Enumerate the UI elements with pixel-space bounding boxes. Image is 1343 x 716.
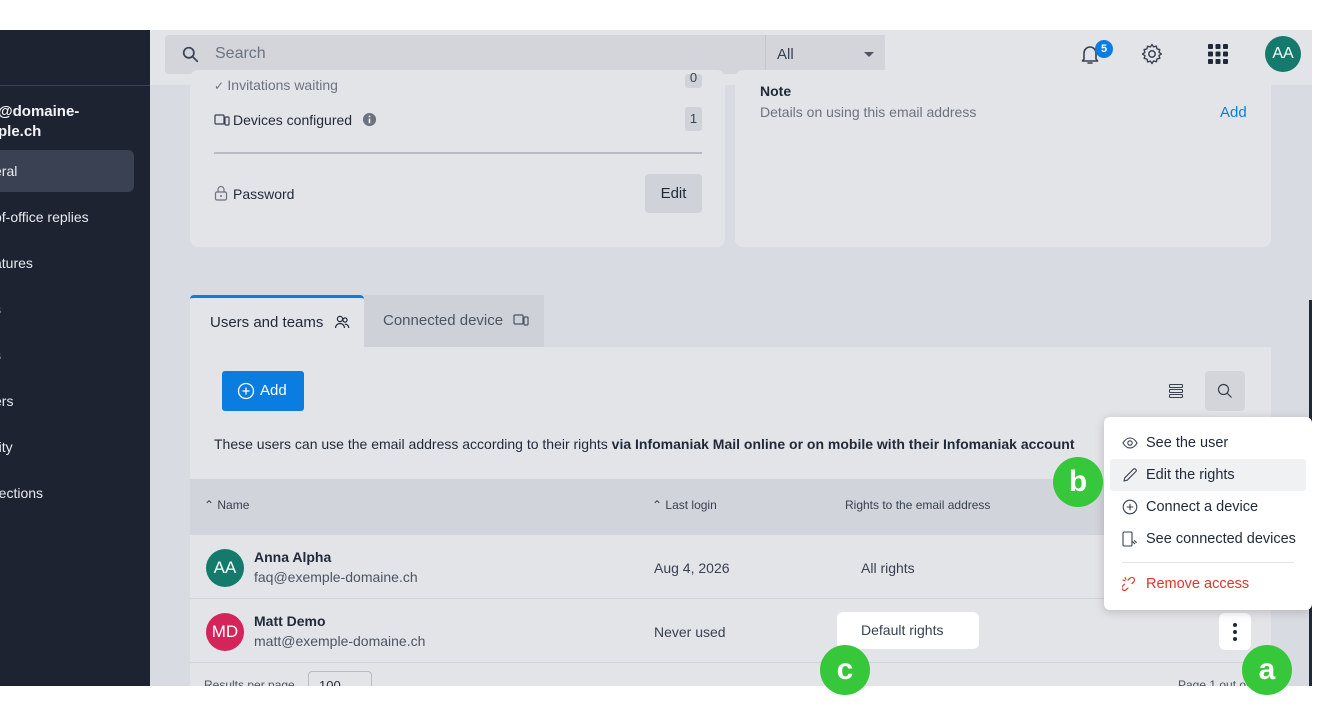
menu-item-edit-rights[interactable]: Edit the rights — [1110, 459, 1306, 491]
menu-item-connect-device[interactable]: Connect a device — [1104, 491, 1312, 523]
apps-grid-icon[interactable] — [1206, 42, 1230, 66]
devices-icon — [1122, 531, 1137, 547]
row-actions-button[interactable] — [1219, 613, 1251, 650]
app-frame: @domaine- ple.ch eral of-office replies … — [0, 30, 1312, 686]
menu-item-remove-access[interactable]: Remove access — [1104, 568, 1312, 600]
menu-divider — [1122, 562, 1294, 563]
avatar: AA — [206, 549, 244, 587]
search-icon — [182, 46, 199, 63]
unlink-icon — [1122, 576, 1136, 592]
sidebar-item-redirections[interactable]: rections — [0, 472, 134, 514]
check-icon: ✓ — [214, 79, 228, 93]
plus-circle-icon — [237, 382, 255, 400]
sort-icon: ⌃ — [652, 498, 666, 512]
info-card — [190, 70, 725, 247]
tab-label: Connected device — [383, 312, 504, 329]
user-email: matt@exemple-domaine.ch — [254, 633, 426, 649]
sidebar-item-out-of-office[interactable]: of-office replies — [0, 196, 134, 238]
kebab-dot — [1233, 630, 1237, 634]
info-icon[interactable] — [362, 112, 377, 127]
kebab-dot — [1233, 637, 1237, 641]
devices-icon — [214, 114, 230, 126]
user-avatar[interactable]: AA — [1265, 36, 1301, 72]
devices-count: 1 — [685, 107, 702, 131]
note-card — [735, 70, 1271, 247]
note-description: Details on using this email address — [760, 104, 977, 120]
devices-icon — [513, 314, 529, 326]
user-name: Matt Demo — [254, 613, 326, 629]
row-actions-menu: See the user Edit the rights Connect a d… — [1104, 417, 1312, 610]
add-user-button[interactable]: Add — [222, 371, 304, 411]
plus-circle-icon — [1122, 499, 1138, 515]
users-description: These users can use the email address ac… — [214, 436, 1075, 452]
table-footer: Results per page 100 Page 1 out of 1 — [190, 665, 1271, 686]
eye-icon — [1122, 437, 1138, 449]
devices-configured-label: Devices configured — [233, 112, 353, 128]
column-rights: Rights to the email address — [845, 498, 991, 512]
info-divider — [214, 152, 702, 154]
tab-connected-device[interactable]: Connected device — [364, 295, 544, 347]
results-per-page-label: Results per page — [204, 678, 295, 686]
menu-item-see-user[interactable]: See the user — [1104, 427, 1312, 459]
sort-icon: ⌃ — [204, 498, 218, 512]
list-icon — [1168, 383, 1184, 399]
gear-icon[interactable] — [1140, 42, 1164, 66]
table-search-button[interactable] — [1205, 371, 1245, 411]
search-scope-value: All — [777, 46, 794, 63]
note-title: Note — [760, 83, 792, 99]
results-per-page-select[interactable]: 100 — [308, 671, 372, 686]
add-label: Add — [260, 382, 287, 399]
last-login-value: Never used — [654, 624, 726, 640]
sidebar-item-filters[interactable]: ers — [0, 380, 134, 422]
user-email: faq@exemple-domaine.ch — [254, 569, 418, 585]
invitations-label: ✓ Invitations waiting — [214, 77, 338, 93]
search-scope-select[interactable]: All — [765, 35, 885, 74]
lock-icon — [214, 185, 228, 201]
users-icon — [334, 315, 349, 329]
sidebar-item-5[interactable]: s — [0, 334, 134, 376]
column-last-login[interactable]: ⌃ Last login — [652, 498, 717, 512]
tab-label: Users and teams — [210, 314, 324, 331]
kebab-dot — [1233, 623, 1237, 627]
last-login-value: Aug 4, 2026 — [654, 560, 730, 576]
avatar: MD — [206, 613, 244, 651]
sidebar-account-address: @domaine- ple.ch — [0, 103, 80, 140]
rights-value: All rights — [861, 560, 915, 576]
sidebar-item-signatures[interactable]: atures — [0, 242, 134, 284]
pencil-icon — [1123, 468, 1137, 482]
sidebar-item-general[interactable]: eral — [0, 150, 134, 192]
invitations-count: 0 — [685, 71, 702, 88]
callout-b: b — [1053, 457, 1103, 507]
caret-down-icon — [864, 52, 874, 57]
note-add-link[interactable]: Add — [1220, 104, 1247, 121]
password-label: Password — [233, 186, 295, 202]
user-name: Anna Alpha — [254, 549, 332, 565]
column-name[interactable]: ⌃ Name — [204, 498, 249, 512]
edit-password-button[interactable]: Edit — [645, 174, 702, 213]
tab-users-and-teams[interactable]: Users and teams — [190, 295, 364, 347]
search-icon — [1217, 383, 1232, 398]
menu-item-see-connected-devices[interactable]: See connected devices — [1104, 523, 1312, 555]
notification-badge: 5 — [1095, 40, 1113, 58]
rights-value[interactable]: Default rights — [837, 612, 979, 649]
sidebar-item-4[interactable]: s — [0, 288, 134, 330]
sidebar-item-security[interactable]: rity — [0, 426, 134, 468]
callout-c: c — [820, 645, 870, 695]
callout-a: a — [1242, 645, 1292, 695]
list-view-button[interactable] — [1156, 371, 1196, 411]
sidebar-divider — [0, 85, 150, 86]
search-placeholder: Search — [215, 45, 266, 62]
sidebar: @domaine- ple.ch eral of-office replies … — [0, 30, 150, 686]
